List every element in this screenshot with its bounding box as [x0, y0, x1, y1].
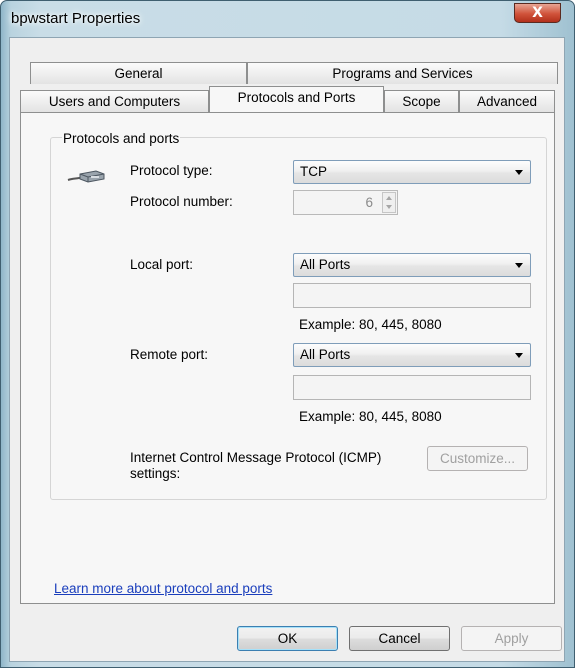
cancel-button[interactable]: Cancel: [349, 626, 450, 651]
window-title: bpwstart Properties: [11, 10, 141, 27]
title-bar[interactable]: bpwstart Properties X: [1, 1, 574, 37]
tab-protocols-and-ports[interactable]: Protocols and Ports: [209, 86, 384, 112]
local-port-label: Local port:: [130, 257, 194, 272]
chevron-down-icon: [515, 263, 523, 268]
tab-advanced[interactable]: Advanced: [459, 90, 555, 112]
tab-advanced-label: Advanced: [476, 94, 538, 109]
ok-button[interactable]: OK: [237, 626, 338, 651]
spin-up-icon: [386, 196, 392, 200]
spin-down-icon: [386, 205, 392, 209]
customize-button[interactable]: Customize...: [427, 446, 528, 471]
local-port-select[interactable]: All Ports: [293, 253, 531, 277]
apply-button[interactable]: Apply: [461, 626, 562, 651]
tab-scope[interactable]: Scope: [384, 90, 459, 112]
tab-programs-and-services[interactable]: Programs and Services: [247, 62, 558, 84]
remote-port-input[interactable]: [293, 375, 531, 400]
tab-general[interactable]: General: [30, 62, 247, 84]
icmp-settings-label: Internet Control Message Protocol (ICMP)…: [130, 450, 382, 481]
chevron-down-icon: [515, 170, 523, 175]
close-button[interactable]: X: [514, 3, 561, 23]
tab-general-label: General: [114, 66, 163, 81]
protocol-type-label: Protocol type:: [130, 163, 213, 178]
local-port-example: Example: 80, 445, 8080: [299, 317, 442, 332]
tab-programs-label: Programs and Services: [332, 66, 473, 81]
protocol-number-spinner[interactable]: [382, 192, 396, 213]
tab-protocols-label: Protocols and Ports: [237, 90, 356, 105]
chevron-down-icon: [515, 353, 523, 358]
protocol-type-select[interactable]: TCP: [293, 160, 531, 184]
tab-users-label: Users and Computers: [48, 94, 181, 109]
tab-users-and-computers[interactable]: Users and Computers: [20, 90, 209, 112]
tab-scope-label: Scope: [402, 94, 441, 109]
protocol-number-label: Protocol number:: [130, 194, 233, 209]
learn-more-link[interactable]: Learn more about protocol and ports: [54, 581, 272, 596]
local-port-value: All Ports: [300, 257, 351, 272]
remote-port-select[interactable]: All Ports: [293, 343, 531, 367]
remote-port-label: Remote port:: [130, 347, 209, 362]
group-title: Protocols and ports: [62, 131, 181, 146]
local-port-input[interactable]: [293, 283, 531, 308]
protocol-type-value: TCP: [300, 164, 327, 179]
remote-port-value: All Ports: [300, 347, 351, 362]
network-cable-icon: [67, 170, 105, 183]
remote-port-example: Example: 80, 445, 8080: [299, 409, 442, 424]
